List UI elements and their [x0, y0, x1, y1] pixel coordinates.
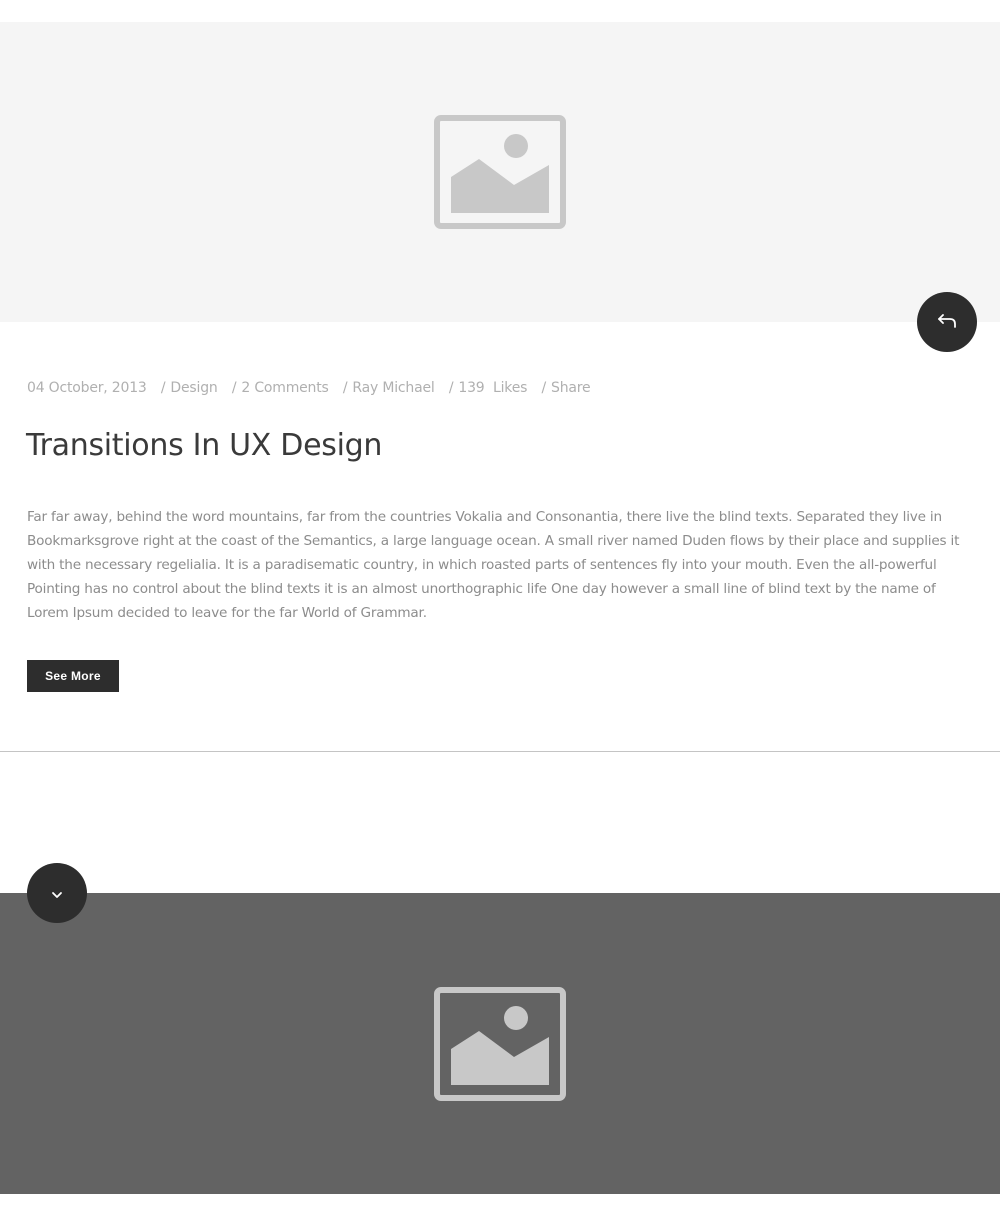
meta-separator: / — [541, 380, 547, 396]
see-more-button[interactable]: See More — [27, 660, 119, 692]
reply-button[interactable] — [917, 292, 977, 352]
post-likes-link[interactable]: 139 Likes — [458, 380, 527, 396]
post-date: 04 October, 2013 — [27, 380, 147, 396]
post-category-link[interactable]: Design — [170, 380, 217, 396]
post-excerpt: Far far away, behind the word mountains,… — [27, 509, 960, 621]
post-divider — [0, 751, 1000, 752]
post-share-link[interactable]: Share — [551, 380, 591, 396]
meta-separator: / — [342, 380, 348, 396]
featured-image-top — [0, 22, 1000, 322]
post-comments-link[interactable]: 2 Comments — [241, 380, 328, 396]
meta-separator: / — [160, 380, 166, 396]
reply-icon — [937, 313, 957, 332]
post-title[interactable]: Transitions In UX Design — [26, 428, 382, 463]
meta-separator: / — [231, 380, 237, 396]
chevron-down-icon — [51, 884, 63, 903]
post-author-link[interactable]: Ray Michael — [352, 380, 434, 396]
likes-label: Likes — [493, 380, 528, 396]
image-placeholder-icon — [434, 986, 566, 1101]
scroll-down-button[interactable] — [27, 863, 87, 923]
post-meta: 04 October, 2013 /Design /2 Comments / Ra… — [27, 380, 591, 396]
image-placeholder-icon — [434, 115, 566, 229]
featured-image-bottom — [0, 893, 1000, 1194]
meta-separator: / — [448, 380, 454, 396]
likes-count: 139 — [458, 380, 485, 396]
